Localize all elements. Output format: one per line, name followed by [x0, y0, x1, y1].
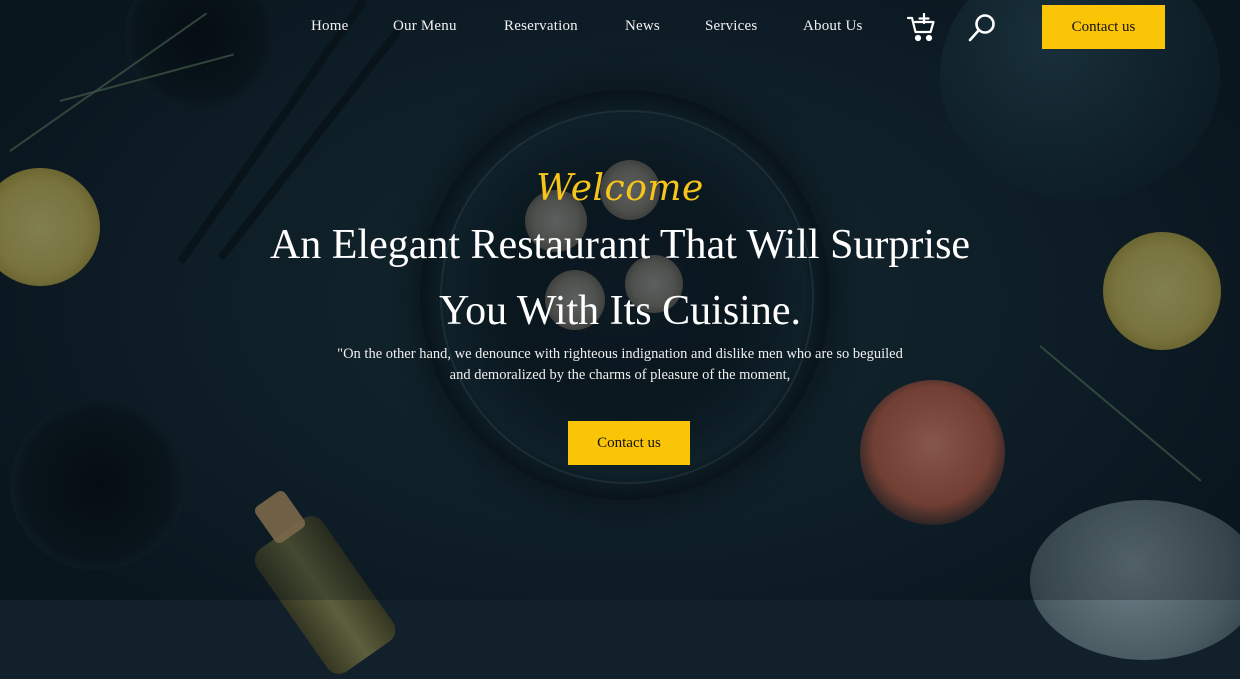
hero-lead-text: "On the other hand, we denounce with rig…	[337, 346, 903, 383]
nav-link-services[interactable]: Services	[705, 18, 757, 35]
nav-link-our-menu[interactable]: Our Menu	[393, 18, 457, 35]
hero-headline: An Elegant Restaurant That Will Surprise…	[269, 222, 971, 334]
hero-contact-button[interactable]: Contact us	[568, 421, 690, 465]
welcome-script: Welcome	[536, 168, 704, 209]
nav-link-news[interactable]: News	[625, 18, 660, 35]
cart-icon[interactable]	[906, 12, 938, 44]
nav-link-reservation[interactable]: Reservation	[504, 18, 578, 35]
nav-link-about-us[interactable]: About Us	[803, 18, 863, 35]
nav-contact-button[interactable]: Contact us	[1042, 5, 1165, 49]
search-icon[interactable]	[966, 12, 998, 44]
main-nav: Home Our Menu Reservation News Services …	[0, 0, 1240, 56]
nav-link-home[interactable]: Home	[311, 18, 348, 35]
